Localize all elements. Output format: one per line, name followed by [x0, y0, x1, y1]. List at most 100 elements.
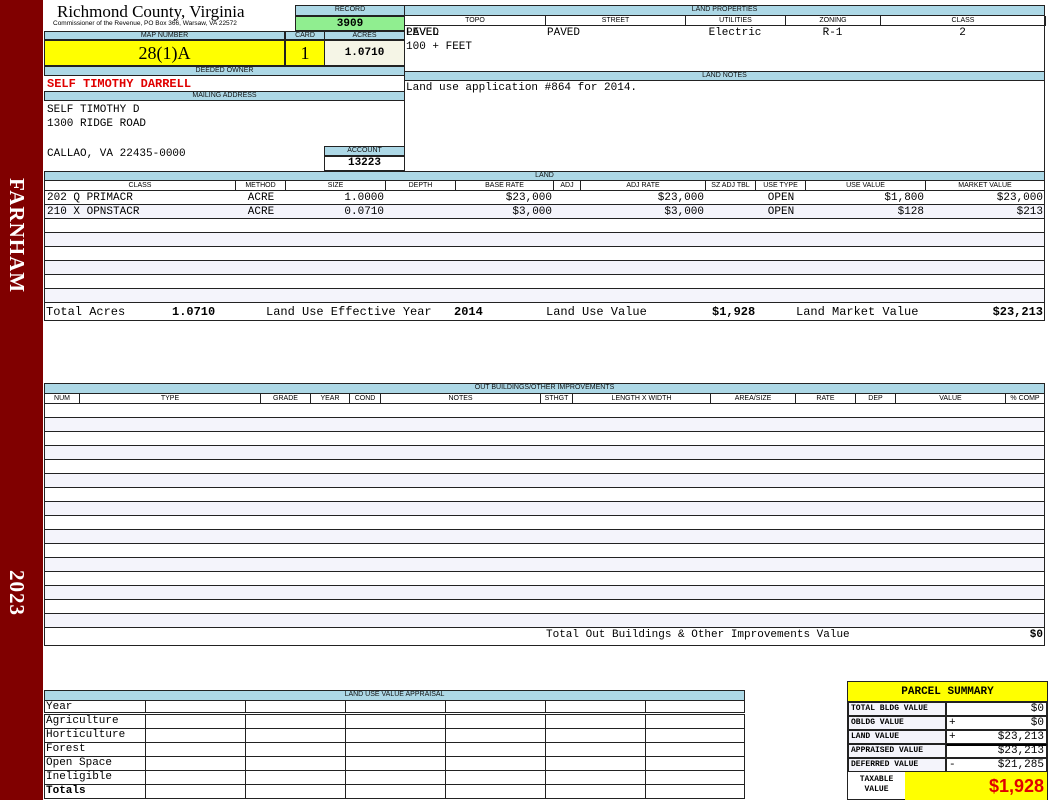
outbuilding-header: NUM [45, 394, 80, 404]
outbuilding-header: STHGT [541, 394, 573, 404]
outbuilding-row [45, 614, 1044, 628]
land-row [45, 233, 1044, 247]
summary-row-operator: + [949, 717, 956, 729]
land-prop-value: 2 [959, 27, 966, 39]
land-row [45, 247, 1044, 261]
land-use-cell [545, 714, 646, 729]
land-use-cell [145, 714, 246, 729]
land-use-cell [445, 714, 546, 729]
land-use-cell [145, 756, 246, 771]
land-use-cell [445, 742, 546, 757]
land-use-cell [145, 742, 246, 757]
land-use-cell [545, 700, 646, 713]
outbuilding-row [45, 432, 1044, 446]
land-cell: 1.0000 [344, 192, 384, 204]
land-cell: $23,000 [657, 192, 704, 204]
land-cell: 0.0710 [344, 206, 384, 218]
outbuilding-header: LENGTH X WIDTH [573, 394, 711, 404]
land-use-row-label: Horticulture [46, 729, 126, 741]
land-prop-header: TOPO [405, 16, 546, 26]
summary-row-value: $23,213 [997, 731, 1044, 743]
acres-label: ACRES [324, 31, 405, 40]
land-use-year-row-label: Year [46, 701, 73, 713]
land-use-row-label: Agriculture [46, 715, 119, 727]
outbuilding-row [45, 446, 1044, 460]
outbuilding-header: DEP [856, 394, 896, 404]
land-use-cell [445, 700, 546, 713]
outbuilding-row [45, 474, 1044, 488]
deeded-owner-label: DEEDED OWNER [44, 66, 405, 76]
outbuilding-header: AREA/SIZE [711, 394, 796, 404]
topo-extra-2: 100 + FEET [406, 41, 473, 53]
summary-row-value: $0 [1030, 703, 1044, 715]
land-prop-header: STREET [546, 16, 686, 26]
summary-row-label: LAND VALUE [848, 730, 946, 744]
land-use-cell [345, 742, 446, 757]
outbuilding-row [45, 502, 1044, 516]
land-use-cell [545, 784, 646, 799]
land-row [45, 219, 1044, 233]
land-total-use: $1,928 [712, 305, 756, 319]
land-use-cell [545, 728, 646, 743]
land-header: CLASS [45, 181, 236, 191]
land-use-cell [245, 714, 346, 729]
land-total-year: 2014 [454, 305, 483, 319]
land-use-row-label: Open Space [46, 757, 113, 769]
outbuilding-row [45, 530, 1044, 544]
land-use-cell [545, 756, 646, 771]
land-header: USE TYPE [756, 181, 806, 191]
land-cell: OPEN [767, 206, 795, 218]
land-header: SIZE [286, 181, 386, 191]
land-prop-value: LEVEL [406, 27, 440, 39]
land-use-cell [345, 784, 446, 799]
land-use-totals-row: Totals [44, 784, 745, 799]
land-use-cell [345, 700, 446, 713]
land-use-cell [245, 784, 346, 799]
land-cell: ACRE [247, 192, 275, 204]
land-prop-value: Electric [708, 27, 762, 39]
outbuilding-row [45, 586, 1044, 600]
land-use-cell [245, 742, 346, 757]
land-header: DEPTH [386, 181, 456, 191]
land-use-cell [645, 756, 745, 771]
land-use-row: Agriculture [44, 714, 745, 729]
land-use-cell [445, 728, 546, 743]
land-cell: $1,800 [884, 192, 924, 204]
outbuilding-header: VALUE [896, 394, 1006, 404]
land-use-cell [645, 784, 745, 799]
land-cell: $3,000 [512, 206, 552, 218]
land-use-row-label: Forest [46, 743, 86, 755]
land-use-year-row: Year [44, 700, 745, 713]
mailing-address-label: MAILING ADDRESS [44, 91, 405, 101]
land-use-cell [545, 770, 646, 785]
outbuilding-header: RATE [796, 394, 856, 404]
land-use-cell [345, 756, 446, 771]
land-use-cell [145, 784, 246, 799]
land-total-market-label: Land Market Value [796, 305, 919, 319]
land-prop-value: R-1 [822, 27, 843, 39]
land-cell: OPEN [767, 192, 795, 204]
land-use-cell [145, 770, 246, 785]
summary-row-operator: + [949, 731, 956, 743]
land-cell: $23,000 [505, 192, 552, 204]
land-header: SZ ADJ TBL [706, 181, 756, 191]
taxable-value-label: TAXABLE VALUE [859, 775, 894, 794]
land-use-cell [245, 770, 346, 785]
map-number: 28(1)A [44, 40, 285, 66]
summary-row-value: $23,213 [997, 745, 1044, 757]
summary-row-label: TOTAL BLDG VALUE [848, 702, 946, 716]
district-name: FARNHAM [5, 178, 29, 294]
card-label: CARD [285, 31, 325, 40]
deeded-owner-name: SELF TIMOTHY DARRELL [47, 77, 192, 91]
record-value: 3909 [295, 16, 405, 31]
land-use-cell [545, 742, 646, 757]
land-cell: $23,000 [996, 192, 1043, 204]
land-total-year-label: Land Use Effective Year [266, 305, 432, 319]
outbuilding-row [45, 488, 1044, 502]
land-header: ADJ RATE [581, 181, 706, 191]
land-cell: 210 X OPNSTACR [47, 206, 140, 218]
land-use-cell [245, 756, 346, 771]
outbuilding-header: TYPE [80, 394, 261, 404]
land-total-market: $23,213 [992, 305, 1043, 319]
land-use-row: Forest [44, 742, 745, 757]
